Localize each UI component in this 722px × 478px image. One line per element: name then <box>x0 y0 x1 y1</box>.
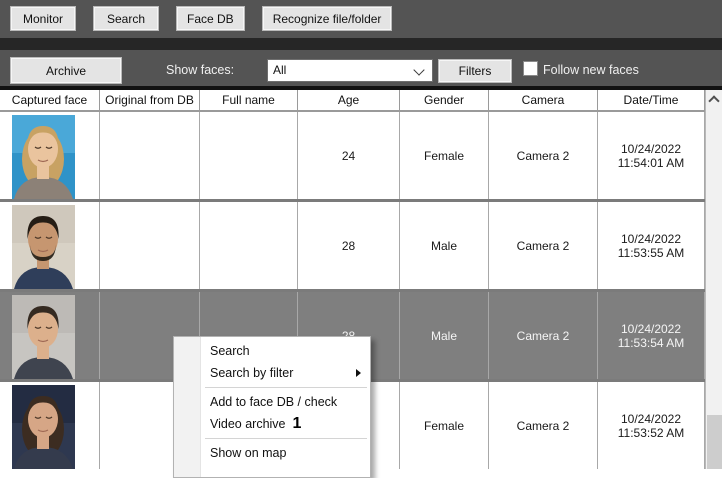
menu-item-label: Video archive <box>210 417 286 431</box>
toolbar-button-label: Monitor <box>23 12 63 26</box>
captured-face-photo <box>12 115 75 199</box>
scrollbar-thumb[interactable] <box>707 415 722 469</box>
camera-cell: Camera 2 <box>489 202 598 289</box>
filters-button[interactable]: Filters <box>438 59 512 83</box>
column-header-label: Age <box>338 93 359 107</box>
full-name-cell <box>200 112 298 199</box>
column-header-label: Original from DB <box>105 93 194 107</box>
captured-face-image <box>12 205 75 289</box>
datetime-cell: 10/24/2022 11:54:01 AM <box>598 112 705 199</box>
toolbar-button-label: Recognize file/folder <box>273 12 382 26</box>
menu-item-video-archive[interactable]: Video archive 1 <box>174 413 370 435</box>
toolbar-divider-band <box>0 38 722 50</box>
captured-face-cell <box>0 202 100 289</box>
menu-item-search[interactable]: Search <box>174 340 370 362</box>
gender-cell: Male <box>400 202 489 289</box>
datetime-cell: 10/24/2022 11:53:54 AM <box>598 292 705 379</box>
video-archive-count-badge: 1 <box>293 415 302 432</box>
context-menu: Search Search by filter Add to face DB /… <box>173 336 371 478</box>
chevron-up-icon <box>708 95 719 106</box>
chevron-down-icon <box>413 64 424 75</box>
toolbar-button-search[interactable]: Search <box>93 6 159 31</box>
show-faces-selected-value: All <box>273 63 286 77</box>
camera-cell: Camera 2 <box>489 382 598 469</box>
captured-face-image <box>12 295 75 379</box>
column-header-full-name[interactable]: Full name <box>200 90 298 110</box>
menu-item-label: Show on map <box>210 446 286 460</box>
datetime-cell: 10/24/2022 11:53:52 AM <box>598 382 705 469</box>
column-header-label: Full name <box>222 93 275 107</box>
captured-face-image <box>12 115 75 199</box>
toolbar-button-label: Face DB <box>187 12 234 26</box>
menu-item-label: Search <box>210 344 250 358</box>
gender-cell: Male <box>400 292 489 379</box>
captured-face-photo <box>12 295 75 379</box>
column-header-captured-face[interactable]: Captured face <box>0 90 100 110</box>
captured-face-photo <box>12 385 75 469</box>
menu-item-add-to-face-db-check[interactable]: Add to face DB / check <box>174 391 370 413</box>
follow-new-faces-checkbox[interactable] <box>523 61 538 76</box>
menu-item-label: Search by filter <box>210 366 293 380</box>
captured-face-cell <box>0 112 100 199</box>
archive-button[interactable]: Archive <box>10 57 122 84</box>
menu-item-label: Add to face DB / check <box>210 395 337 409</box>
menu-separator <box>205 387 367 388</box>
datetime-cell: 10/24/2022 11:53:55 AM <box>598 202 705 289</box>
camera-cell: Camera 2 <box>489 112 598 199</box>
column-header-date-time[interactable]: Date/Time <box>598 90 705 110</box>
column-header-gender[interactable]: Gender <box>400 90 489 110</box>
scroll-up-button[interactable] <box>706 90 722 107</box>
age-cell: 28 <box>298 202 400 289</box>
submenu-arrow-icon <box>356 369 361 377</box>
column-header-label: Camera <box>522 93 565 107</box>
vertical-scrollbar[interactable] <box>705 90 722 469</box>
menu-item-show-on-map[interactable]: Show on map <box>174 442 370 464</box>
full-name-cell <box>200 202 298 289</box>
toolbar-button-face-db[interactable]: Face DB <box>176 6 245 31</box>
captured-face-cell <box>0 292 100 379</box>
toolbar-button-recognize-file-folder[interactable]: Recognize file/folder <box>262 6 393 31</box>
column-header-label: Date/Time <box>624 93 679 107</box>
camera-cell: Camera 2 <box>489 292 598 379</box>
table-row[interactable]: 24 Female Camera 2 10/24/2022 11:54:01 A… <box>0 112 705 202</box>
column-header-age[interactable]: Age <box>298 90 400 110</box>
show-faces-label: Show faces: <box>166 63 234 77</box>
captured-face-image <box>12 385 75 469</box>
toolbar-button-monitor[interactable]: Monitor <box>10 6 76 31</box>
captured-face-photo <box>12 205 75 289</box>
original-from-db-cell <box>100 112 200 199</box>
column-header-camera[interactable]: Camera <box>489 90 598 110</box>
table-row[interactable]: 28 Male Camera 2 10/24/2022 11:53:55 AM <box>0 202 705 292</box>
archive-toolbar: Archive Show faces: All Filters Follow n… <box>0 50 722 86</box>
table-header-row: Captured face Original from DB Full name Ag… <box>0 90 705 112</box>
gender-cell: Female <box>400 112 489 199</box>
show-faces-dropdown[interactable]: All <box>267 59 433 82</box>
column-header-label: Captured face <box>12 93 87 107</box>
follow-new-faces-label: Follow new faces <box>543 63 639 77</box>
menu-item-search-by-filter[interactable]: Search by filter <box>174 362 370 384</box>
menu-separator <box>205 438 367 439</box>
captured-face-cell <box>0 382 100 469</box>
toolbar-button-label: Search <box>107 12 145 26</box>
original-from-db-cell <box>100 202 200 289</box>
column-header-label: Gender <box>424 93 464 107</box>
age-cell: 24 <box>298 112 400 199</box>
gender-cell: Female <box>400 382 489 469</box>
column-header-original-from-db[interactable]: Original from DB <box>100 90 200 110</box>
top-toolbar: Monitor Search Face DB Recognize file/folde… <box>0 0 722 38</box>
